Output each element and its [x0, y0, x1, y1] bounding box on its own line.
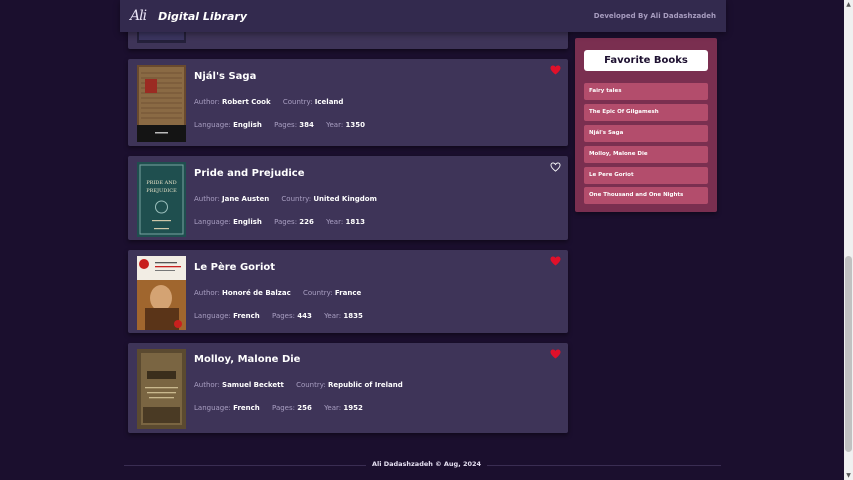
- book-pages: 384: [299, 121, 314, 129]
- book-cover: [137, 349, 186, 429]
- book-year: 1350: [345, 121, 365, 129]
- pages-label: Pages:: [274, 121, 298, 129]
- year-label: Year:: [326, 218, 344, 226]
- favorite-books-title: Favorite Books: [584, 50, 708, 71]
- pages-label: Pages:: [272, 312, 295, 320]
- site-title[interactable]: Digital Library: [158, 10, 247, 23]
- book-author-country: Author: Robert Cook Country: Iceland: [194, 98, 353, 106]
- book-author: Samuel Beckett: [222, 381, 284, 389]
- book-title[interactable]: Pride and Prejudice: [194, 168, 305, 179]
- country-label: Country:: [302, 289, 333, 297]
- favorite-item[interactable]: The Epic Of Gilgamesh: [584, 104, 708, 121]
- year-label: Year:: [324, 404, 342, 412]
- site-logo[interactable]: Ali: [130, 8, 147, 24]
- favorite-heart-icon[interactable]: [550, 256, 561, 266]
- book-language: English: [233, 218, 262, 226]
- country-label: Country:: [296, 381, 326, 389]
- book-language: English: [233, 121, 262, 129]
- book-card[interactable]: Njál's Saga Author: Robert Cook Country:…: [128, 59, 568, 146]
- favorite-heart-icon[interactable]: [550, 65, 561, 75]
- book-author-country: Author: Honoré de Balzac Country: France: [194, 289, 371, 297]
- pages-label: Pages:: [272, 404, 295, 412]
- favorite-books-panel: Favorite Books Fairy tales The Epic Of G…: [575, 38, 717, 212]
- scroll-up-arrow-icon[interactable]: ▲: [844, 0, 853, 9]
- book-title[interactable]: Molloy, Malone Die: [194, 354, 300, 365]
- book-author-country: Author: Jane Austen Country: United King…: [194, 195, 387, 203]
- favorite-heart-outline-icon[interactable]: [550, 162, 561, 172]
- author-label: Author:: [194, 195, 220, 203]
- footer: Ali Dadashzadeh © Aug, 2024: [0, 460, 853, 468]
- book-cover: [137, 256, 186, 330]
- country-label: Country:: [281, 195, 312, 203]
- scrollbar-thumb[interactable]: [845, 256, 852, 452]
- footer-copyright: Ali Dadashzadeh © Aug, 2024: [365, 460, 488, 468]
- book-details: Language: English Pages: 226 Year: 1813: [194, 218, 375, 226]
- favorite-item[interactable]: Molloy, Malone Die: [584, 146, 708, 163]
- book-card[interactable]: Le Père Goriot Author: Honoré de Balzac …: [128, 250, 568, 333]
- scroll-down-arrow-icon[interactable]: ▼: [844, 471, 853, 480]
- book-author: Jane Austen: [222, 195, 270, 203]
- book-country: France: [334, 289, 362, 297]
- country-label: Country:: [282, 98, 313, 106]
- book-language: French: [233, 312, 260, 320]
- book-year: 1952: [343, 404, 363, 412]
- book-card[interactable]: Molloy, Malone Die Author: Samuel Becket…: [128, 343, 568, 433]
- app-header: Ali Digital Library Developed By Ali Dad…: [120, 0, 726, 32]
- book-pages: 226: [299, 218, 314, 226]
- language-label: Language:: [194, 121, 231, 129]
- book-year: 1835: [343, 312, 363, 320]
- favorite-item[interactable]: Njál's Saga: [584, 125, 708, 142]
- book-title[interactable]: Njál's Saga: [194, 71, 256, 82]
- favorite-item[interactable]: One Thousand and One Nights: [584, 187, 708, 204]
- book-cover: [137, 65, 186, 142]
- favorite-heart-icon[interactable]: [550, 349, 561, 359]
- book-details: Language: French Pages: 443 Year: 1835: [194, 312, 373, 320]
- book-title[interactable]: Le Père Goriot: [194, 262, 275, 273]
- year-label: Year:: [324, 312, 342, 320]
- author-label: Author:: [194, 289, 220, 297]
- book-cover: PRIDE AND PREJUDICE: [137, 162, 186, 237]
- pages-label: Pages:: [274, 218, 298, 226]
- book-country: Iceland: [314, 98, 344, 106]
- developer-credit: Developed By Ali Dadashzadeh: [593, 12, 716, 20]
- author-label: Author:: [194, 98, 220, 106]
- book-pages: 443: [297, 312, 312, 320]
- year-label: Year:: [326, 121, 344, 129]
- language-label: Language:: [194, 312, 231, 320]
- book-language: French: [233, 404, 260, 412]
- favorite-item[interactable]: Le Pere Goriot: [584, 167, 708, 184]
- language-label: Language:: [194, 404, 231, 412]
- favorite-item[interactable]: Fairy tales: [584, 83, 708, 100]
- svg-text:PRIDE AND: PRIDE AND: [146, 180, 176, 186]
- book-details: Language: English Pages: 384 Year: 1350: [194, 121, 375, 129]
- book-year: 1813: [345, 218, 365, 226]
- book-author-country: Author: Samuel Beckett Country: Republic…: [194, 381, 413, 389]
- language-label: Language:: [194, 218, 231, 226]
- page-scrollbar[interactable]: ▲ ▼: [844, 0, 853, 480]
- book-author: Honoré de Balzac: [222, 289, 291, 297]
- author-label: Author:: [194, 381, 220, 389]
- book-author: Robert Cook: [222, 98, 271, 106]
- book-details: Language: French Pages: 256 Year: 1952: [194, 404, 373, 412]
- svg-text:PREJUDICE: PREJUDICE: [146, 188, 177, 194]
- book-pages: 256: [297, 404, 312, 412]
- book-card[interactable]: PRIDE AND PREJUDICE Pride and Prejudice …: [128, 156, 568, 240]
- book-country: Republic of Ireland: [327, 381, 403, 389]
- book-country: United Kingdom: [313, 195, 377, 203]
